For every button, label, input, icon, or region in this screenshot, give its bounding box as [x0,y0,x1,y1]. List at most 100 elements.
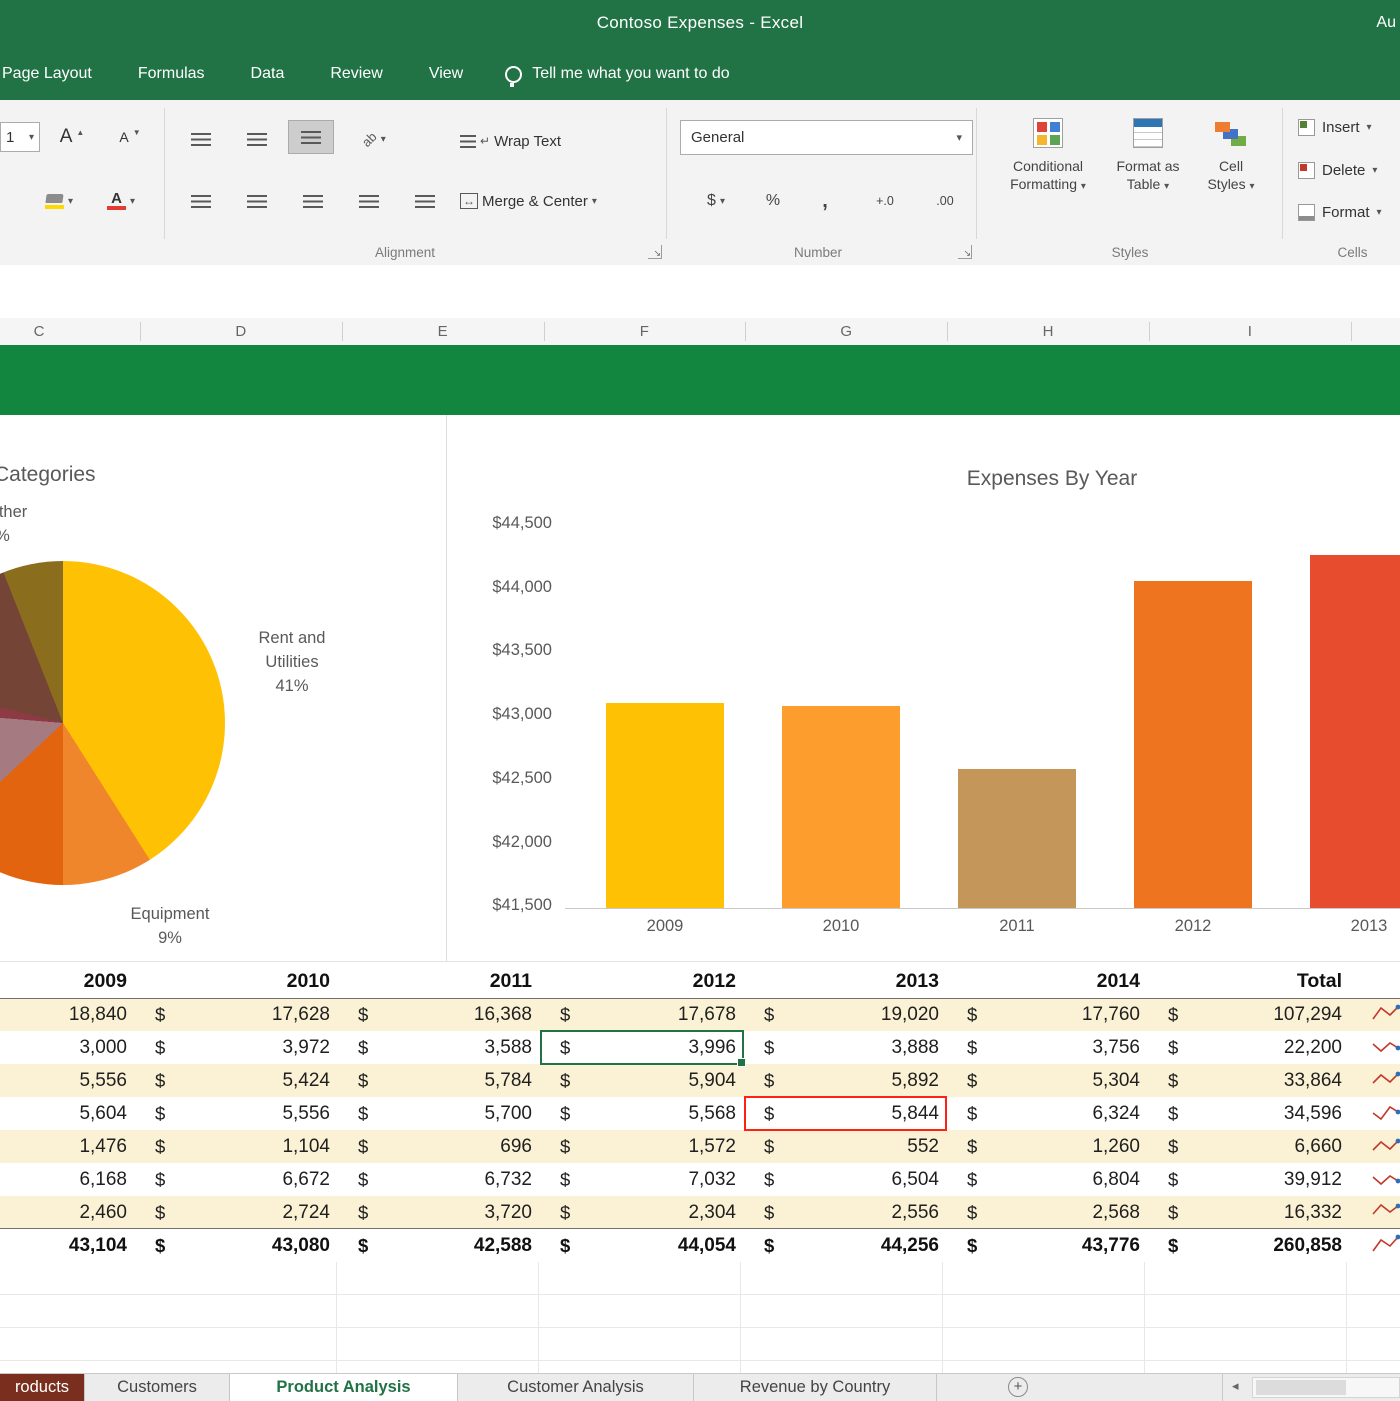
cell-total-row4[interactable]: $34,596 [1148,1097,1350,1130]
total-2013[interactable]: $44,256 [744,1229,947,1262]
orientation-button[interactable]: ab ▾ [346,122,402,156]
total-2009[interactable]: 43,104 [0,1229,135,1262]
cell-total-row3[interactable]: $33,864 [1148,1064,1350,1097]
fill-color-button[interactable]: ▾ [34,184,84,218]
cell-2010-row7[interactable]: $2,724 [135,1196,338,1229]
conditional-formatting-button[interactable]: Conditional Formatting ▾ [999,108,1097,238]
scroll-left-icon[interactable]: ◂ [1232,1378,1239,1394]
sheet-tab-product-analysis[interactable]: Product Analysis [230,1374,458,1401]
formula-bar-area[interactable] [0,265,1400,318]
cell-2010-row2[interactable]: $3,972 [135,1031,338,1064]
cell-2009-row3[interactable]: 5,556 [0,1064,135,1097]
delete-cells-button[interactable]: Delete ▾ [1298,155,1400,185]
column-header-i[interactable]: I [1149,318,1351,345]
number-dialog-launcher[interactable]: ↘ [958,245,972,259]
percent-style-button[interactable]: % [752,184,794,218]
cell-total-row1[interactable]: $107,294 [1148,998,1350,1031]
cell-2010-row6[interactable]: $6,672 [135,1163,338,1196]
cell-total-row7[interactable]: $16,332 [1148,1196,1350,1229]
cell-2011-row5[interactable]: $696 [338,1130,540,1163]
cell-2012-row1[interactable]: $17,678 [540,998,744,1031]
cell-2013-row2[interactable]: $3,888 [744,1031,947,1064]
bar-2011[interactable] [958,769,1076,908]
sheet-tab-revenue-by-country[interactable]: Revenue by Country [694,1374,937,1401]
horizontal-scrollbar[interactable] [1252,1377,1400,1398]
empty-grid-cells[interactable] [0,1262,1400,1373]
tell-me-box[interactable]: Tell me what you want to do [505,65,729,83]
ribbon-tab-page-layout[interactable]: Page Layout [2,65,92,83]
sheet-tab-customers[interactable]: Customers [85,1374,230,1401]
cell-2014-row7[interactable]: $2,568 [947,1196,1148,1229]
ribbon-tab-formulas[interactable]: Formulas [138,65,205,83]
cell-2011-row1[interactable]: $16,368 [338,998,540,1031]
cell-2009-row2[interactable]: 3,000 [0,1031,135,1064]
cell-styles-button[interactable]: Cell Styles ▾ [1194,108,1268,238]
cell-2011-row6[interactable]: $6,732 [338,1163,540,1196]
cell-total-row5[interactable]: $6,660 [1148,1130,1350,1163]
increase-font-size-button[interactable]: A▲ [46,120,98,154]
cell-total-row6[interactable]: $39,912 [1148,1163,1350,1196]
font-size-dropdown[interactable]: 1 ▾ [0,122,40,152]
pie-chart[interactable]: Categories Other 6% Rent and Utilities 4… [0,415,447,962]
cell-2010-row3[interactable]: $5,424 [135,1064,338,1097]
cell-2009-row6[interactable]: 6,168 [0,1163,135,1196]
cell-2013-row5[interactable]: $552 [744,1130,947,1163]
insert-cells-button[interactable]: Insert ▾ [1298,112,1400,142]
bar-2013[interactable] [1310,555,1400,908]
account-label[interactable]: Au [1376,14,1396,32]
cell-2012-row3[interactable]: $5,904 [540,1064,744,1097]
column-header-h[interactable]: H [947,318,1149,345]
add-sheet-button[interactable]: + [1008,1377,1028,1397]
sheet-title-banner[interactable] [0,345,1400,415]
cell-2009-row5[interactable]: 1,476 [0,1130,135,1163]
total-total[interactable]: $260,858 [1148,1229,1350,1262]
cell-2011-row4[interactable]: $5,700 [338,1097,540,1130]
total-2012[interactable]: $44,054 [540,1229,744,1262]
cell-2013-row3[interactable]: $5,892 [744,1064,947,1097]
top-align-button[interactable] [178,122,224,156]
cell-2010-row1[interactable]: $17,628 [135,998,338,1031]
total-2014[interactable]: $43,776 [947,1229,1148,1262]
bar-2012[interactable] [1134,581,1252,908]
bar-2010[interactable] [782,706,900,908]
column-header-e[interactable]: E [342,318,544,345]
sheet-tab-customer-analysis[interactable]: Customer Analysis [458,1374,694,1401]
align-right-button[interactable] [290,184,336,218]
merge-center-button[interactable]: ↔ Merge & Center ▾ [455,184,602,218]
cell-2012-row4[interactable]: $5,568 [540,1097,744,1130]
align-left-button[interactable] [178,184,224,218]
format-as-table-button[interactable]: Format as Table ▾ [1104,108,1192,238]
cell-total-row2[interactable]: $22,200 [1148,1031,1350,1064]
wrap-text-button[interactable]: ↵ Wrap Text [455,124,566,158]
align-center-button[interactable] [234,184,280,218]
number-format-dropdown[interactable]: General ▾ [680,120,973,155]
cell-2010-row5[interactable]: $1,104 [135,1130,338,1163]
cell-2014-row1[interactable]: $17,760 [947,998,1148,1031]
accounting-format-button[interactable]: $ ▾ [692,184,740,218]
fill-handle[interactable] [737,1058,746,1067]
total-2010[interactable]: $43,080 [135,1229,338,1262]
column-header-c[interactable]: C [0,318,140,345]
cell-2013-row1[interactable]: $19,020 [744,998,947,1031]
cell-2011-row7[interactable]: $3,720 [338,1196,540,1229]
cell-2013-row7[interactable]: $2,556 [744,1196,947,1229]
cell-2014-row5[interactable]: $1,260 [947,1130,1148,1163]
decrease-font-size-button[interactable]: A▼ [104,120,156,154]
bar-2009[interactable] [606,703,724,908]
sheet-tab-roducts[interactable]: roducts [0,1374,85,1401]
bottom-align-button[interactable] [288,120,334,154]
decrease-indent-button[interactable] [346,184,392,218]
cell-2010-row4[interactable]: $5,556 [135,1097,338,1130]
column-header-f[interactable]: F [543,318,745,345]
cell-2014-row3[interactable]: $5,304 [947,1064,1148,1097]
decrease-decimal-button[interactable]: .00 [918,184,972,218]
font-color-button[interactable]: A ▾ [96,184,146,218]
middle-align-button[interactable] [234,122,280,156]
cell-2014-row6[interactable]: $6,804 [947,1163,1148,1196]
cell-2012-row5[interactable]: $1,572 [540,1130,744,1163]
cell-2014-row2[interactable]: $3,756 [947,1031,1148,1064]
bar-chart[interactable]: Expenses By Year $44,500$44,000$43,500$4… [447,415,1400,962]
total-2011[interactable]: $42,588 [338,1229,540,1262]
alignment-dialog-launcher[interactable]: ↘ [648,245,662,259]
cell-2012-row6[interactable]: $7,032 [540,1163,744,1196]
